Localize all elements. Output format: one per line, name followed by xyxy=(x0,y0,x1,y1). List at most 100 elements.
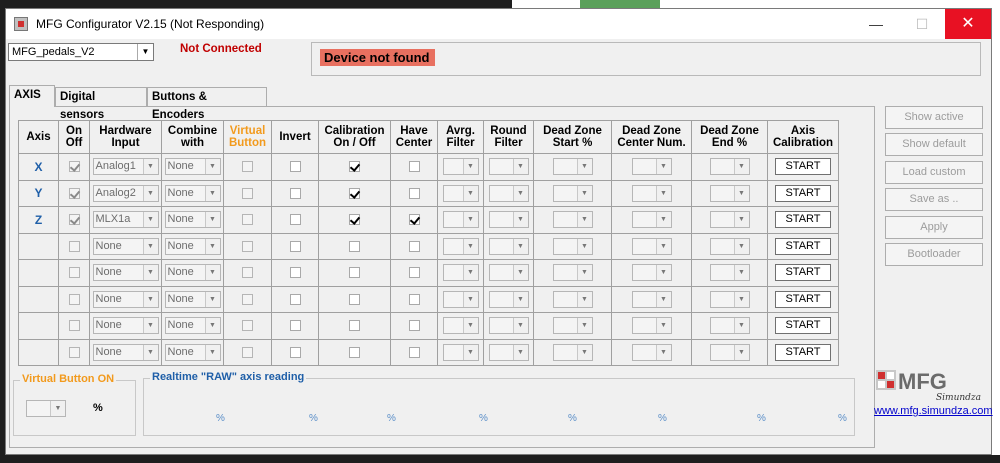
round-filter-select[interactable]: ▼ xyxy=(488,158,529,176)
invert-checkbox[interactable] xyxy=(289,293,301,305)
have-center-checkbox[interactable] xyxy=(408,161,420,173)
virtual-button-checkbox[interactable] xyxy=(242,346,253,358)
dead-zone-center-select[interactable]: ▼ xyxy=(631,158,672,176)
start-calibration-button[interactable]: START xyxy=(775,237,831,255)
combine-with-select[interactable]: None ▼ xyxy=(164,158,221,176)
on-off-checkbox[interactable] xyxy=(68,267,80,279)
virtual-button-checkbox[interactable] xyxy=(242,187,253,199)
combine-with-select[interactable]: None ▼ xyxy=(164,184,221,202)
minimize-button[interactable]: — xyxy=(853,9,899,39)
close-button[interactable]: ✕ xyxy=(945,9,991,39)
have-center-checkbox[interactable] xyxy=(408,293,420,305)
dead-zone-start-select[interactable]: ▼ xyxy=(552,343,593,361)
on-off-checkbox[interactable] xyxy=(68,293,80,305)
invert-checkbox[interactable] xyxy=(289,161,301,173)
virtual-button-checkbox[interactable] xyxy=(242,214,253,226)
title-bar[interactable]: MFG Configurator V2.15 (Not Responding) … xyxy=(6,9,991,39)
round-filter-select[interactable]: ▼ xyxy=(488,343,529,361)
start-calibration-button[interactable]: START xyxy=(775,184,831,202)
start-calibration-button[interactable]: START xyxy=(775,264,831,282)
on-off-checkbox[interactable] xyxy=(68,240,80,252)
dead-zone-start-select[interactable]: ▼ xyxy=(552,290,593,308)
apply-button[interactable]: Apply xyxy=(885,216,983,239)
dead-zone-center-select[interactable]: ▼ xyxy=(631,237,672,255)
calibration-checkbox[interactable] xyxy=(349,240,360,252)
invert-checkbox[interactable] xyxy=(289,187,301,199)
dead-zone-end-select[interactable]: ▼ xyxy=(709,343,750,361)
dead-zone-start-select[interactable]: ▼ xyxy=(552,317,593,335)
combine-with-select[interactable]: None ▼ xyxy=(164,264,221,282)
dead-zone-start-select[interactable]: ▼ xyxy=(552,158,593,176)
dead-zone-end-select[interactable]: ▼ xyxy=(709,158,750,176)
have-center-checkbox[interactable] xyxy=(408,267,420,279)
calibration-checkbox[interactable] xyxy=(349,346,360,358)
dead-zone-end-select[interactable]: ▼ xyxy=(709,290,750,308)
calibration-checkbox[interactable] xyxy=(349,293,360,305)
dead-zone-center-select[interactable]: ▼ xyxy=(631,264,672,282)
round-filter-select[interactable]: ▼ xyxy=(488,317,529,335)
virtual-button-checkbox[interactable] xyxy=(242,267,253,279)
calibration-checkbox[interactable] xyxy=(349,161,360,173)
round-filter-select[interactable]: ▼ xyxy=(488,290,529,308)
avrg-filter-select[interactable]: ▼ xyxy=(442,317,479,335)
bootloader-button[interactable]: Bootloader xyxy=(885,243,983,266)
round-filter-select[interactable]: ▼ xyxy=(488,237,529,255)
hardware-input-select[interactable]: Analog2 ▼ xyxy=(92,184,159,202)
on-off-checkbox[interactable] xyxy=(68,214,80,226)
hardware-input-select[interactable]: None ▼ xyxy=(92,290,159,308)
combine-with-select[interactable]: None ▼ xyxy=(164,290,221,308)
start-calibration-button[interactable]: START xyxy=(775,343,831,361)
have-center-checkbox[interactable] xyxy=(408,346,420,358)
profile-select[interactable]: MFG_pedals_V2 ▼ xyxy=(8,43,154,61)
invert-checkbox[interactable] xyxy=(289,320,301,332)
virtual-button-checkbox[interactable] xyxy=(242,320,253,332)
invert-checkbox[interactable] xyxy=(289,240,301,252)
dead-zone-start-select[interactable]: ▼ xyxy=(552,184,593,202)
have-center-checkbox[interactable] xyxy=(408,187,420,199)
avrg-filter-select[interactable]: ▼ xyxy=(442,237,479,255)
invert-checkbox[interactable] xyxy=(289,214,301,226)
save-as-button[interactable]: Save as .. xyxy=(885,188,983,211)
dead-zone-end-select[interactable]: ▼ xyxy=(709,211,750,229)
combine-with-select[interactable]: None ▼ xyxy=(164,317,221,335)
dead-zone-center-select[interactable]: ▼ xyxy=(631,211,672,229)
virtual-button-checkbox[interactable] xyxy=(242,240,253,252)
on-off-checkbox[interactable] xyxy=(68,161,80,173)
combine-with-select[interactable]: None ▼ xyxy=(164,343,221,361)
show-default-button[interactable]: Show default xyxy=(885,133,983,156)
start-calibration-button[interactable]: START xyxy=(775,290,831,308)
invert-checkbox[interactable] xyxy=(289,346,301,358)
dead-zone-start-select[interactable]: ▼ xyxy=(552,264,593,282)
on-off-checkbox[interactable] xyxy=(68,346,80,358)
dead-zone-center-select[interactable]: ▼ xyxy=(631,343,672,361)
round-filter-select[interactable]: ▼ xyxy=(488,211,529,229)
tab-buttons-encoders[interactable]: Buttons & Encoders xyxy=(147,87,267,121)
hardware-input-select[interactable]: None ▼ xyxy=(92,237,159,255)
dead-zone-end-select[interactable]: ▼ xyxy=(709,264,750,282)
chevron-down-icon[interactable]: ▼ xyxy=(137,44,153,60)
dead-zone-center-select[interactable]: ▼ xyxy=(631,317,672,335)
virtual-button-checkbox[interactable] xyxy=(242,293,253,305)
have-center-checkbox[interactable] xyxy=(408,240,420,252)
dead-zone-end-select[interactable]: ▼ xyxy=(709,184,750,202)
start-calibration-button[interactable]: START xyxy=(775,211,831,229)
calibration-checkbox[interactable] xyxy=(349,267,360,279)
avrg-filter-select[interactable]: ▼ xyxy=(442,290,479,308)
have-center-checkbox[interactable] xyxy=(408,320,420,332)
load-custom-button[interactable]: Load custom xyxy=(885,161,983,184)
website-link[interactable]: www.mfg.simundza.com xyxy=(874,405,993,417)
dead-zone-center-select[interactable]: ▼ xyxy=(631,184,672,202)
tab-axis[interactable]: AXIS xyxy=(9,85,55,107)
calibration-checkbox[interactable] xyxy=(349,320,360,332)
combine-with-select[interactable]: None ▼ xyxy=(164,211,221,229)
dead-zone-end-select[interactable]: ▼ xyxy=(709,317,750,335)
dead-zone-start-select[interactable]: ▼ xyxy=(552,211,593,229)
calibration-checkbox[interactable] xyxy=(349,187,360,199)
on-off-checkbox[interactable] xyxy=(68,187,80,199)
dead-zone-start-select[interactable]: ▼ xyxy=(552,237,593,255)
dead-zone-center-select[interactable]: ▼ xyxy=(631,290,672,308)
round-filter-select[interactable]: ▼ xyxy=(488,264,529,282)
avrg-filter-select[interactable]: ▼ xyxy=(442,343,479,361)
on-off-checkbox[interactable] xyxy=(68,320,80,332)
start-calibration-button[interactable]: START xyxy=(775,317,831,335)
